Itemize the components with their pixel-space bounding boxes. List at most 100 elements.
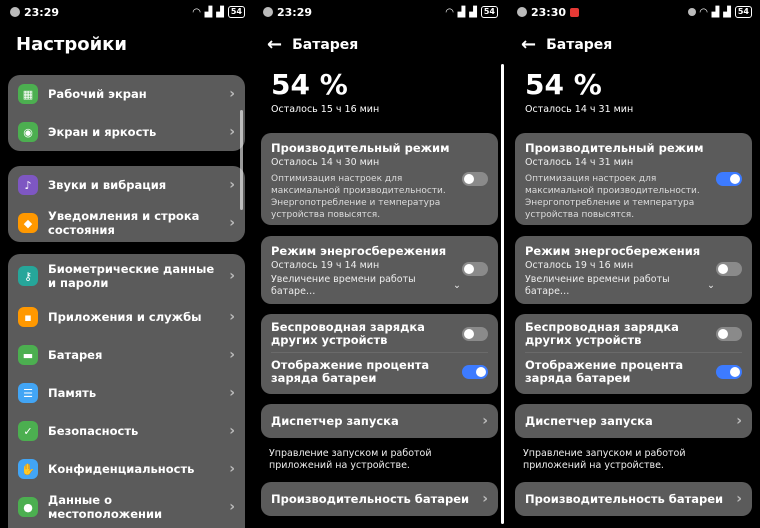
battery-panel-a: 23:29 ◠ ▟ ▟ 54 ← Батарея 54 % Осталось 1… (253, 0, 506, 528)
notification-icon: ◆ (18, 213, 38, 233)
settings-item-notifications[interactable]: ◆ Уведомления и строка состояния › (8, 204, 245, 242)
power-saving-toggle[interactable] (462, 262, 488, 276)
chevron-right-icon: › (229, 309, 235, 325)
settings-item-home-screen[interactable]: ▦ Рабочий экран › (8, 75, 245, 113)
signal-icon: ▟ (204, 6, 213, 18)
settings-item-label: Рабочий экран (48, 87, 147, 101)
app-bar: ← Батарея (521, 34, 612, 55)
charging-options-card: Беспроводная зарядка других устройств От… (515, 314, 752, 394)
status-bar: 23:29 ◠ ▟ ▟ 54 (10, 4, 245, 20)
location-icon: ● (18, 497, 38, 517)
page-title: Батарея (292, 36, 359, 53)
power-saving-card[interactable]: Режим энергосбережения Осталось 19 ч 16 … (515, 236, 752, 304)
settings-item-sound[interactable]: ♪ Звуки и вибрация › (8, 166, 245, 204)
storage-icon: ☰ (18, 383, 38, 403)
settings-item-biometrics[interactable]: ⚷ Биометрические данные и пароли › (8, 254, 245, 298)
settings-item-location[interactable]: ● Данные о местоположении › (8, 488, 245, 526)
launch-manager-label: Диспетчер запуска (271, 414, 399, 428)
status-time: 23:30 (531, 5, 567, 19)
battery-percent: 54 % (271, 68, 348, 101)
settings-panel: 23:29 ◠ ▟ ▟ 54 Настройки ▦ Рабочий экран… (0, 0, 253, 528)
chevron-right-icon: › (229, 461, 235, 477)
chevron-right-icon: › (229, 124, 235, 140)
shield-icon: ✓ (18, 421, 38, 441)
battery-percent-toggle[interactable] (462, 365, 488, 379)
settings-item-storage[interactable]: ☰ Память › (8, 374, 245, 412)
wireless-charging-label: Беспроводная зарядка других устройств (271, 320, 425, 347)
launch-manager-card[interactable]: Диспетчер запуска › (261, 404, 498, 438)
battery-percent-row[interactable]: Отображение процента заряда батареи (515, 353, 752, 393)
chevron-right-icon: › (229, 499, 235, 515)
launch-manager-note: Управление запуском и работой приложений… (523, 448, 686, 471)
settings-group-display: ▦ Рабочий экран › ◉ Экран и яркость › (8, 75, 245, 151)
power-saving-description[interactable]: Увеличение времени работы батаре… ⌄ (271, 274, 461, 298)
chevron-right-icon: › (736, 491, 742, 507)
app-notification-icon (10, 7, 20, 17)
settings-item-label: Биометрические данные и пароли (48, 262, 215, 290)
battery-percent-toggle[interactable] (716, 365, 742, 379)
chevron-right-icon: › (229, 423, 235, 439)
app-bar: ← Батарея (267, 34, 358, 55)
battery-remaining: Осталось 14 ч 31 мин (525, 104, 634, 115)
charging-options-card: Беспроводная зарядка других устройств От… (261, 314, 498, 394)
wireless-charging-toggle[interactable] (716, 327, 742, 341)
performance-mode-title: Производительный режим (525, 141, 704, 155)
scrollbar[interactable] (240, 110, 243, 210)
battery-remaining: Осталось 15 ч 16 мин (271, 104, 380, 115)
chevron-right-icon: › (229, 86, 235, 102)
battery-panel-b: 23:30 ◠ ▟ ▟ 54 ← Батарея 54 % Осталось 1… (507, 0, 760, 528)
performance-mode-toggle[interactable] (716, 172, 742, 186)
settings-item-battery[interactable]: ▬ Батарея › (8, 336, 245, 374)
back-arrow-icon[interactable]: ← (267, 34, 282, 55)
signal-icon-2: ▟ (723, 6, 731, 18)
power-saving-title: Режим энергосбережения (271, 244, 447, 258)
battery-performance-label: Производительность батареи (525, 492, 724, 506)
signal-icon: ▟ (711, 6, 720, 18)
signal-icon: ▟ (457, 6, 466, 18)
battery-performance-card[interactable]: Производительность батареи › (515, 482, 752, 516)
performance-mode-card[interactable]: Производительный режим Осталось 14 ч 30 … (261, 133, 498, 225)
performance-mode-remaining: Осталось 14 ч 30 мин (271, 157, 380, 168)
battery-percent-label: Отображение процента заряда батареи (525, 358, 684, 385)
sound-icon: ♪ (18, 175, 38, 195)
battery-performance-card[interactable]: Производительность батареи › (261, 482, 498, 516)
chevron-right-icon: › (229, 177, 235, 193)
power-saving-toggle[interactable] (716, 262, 742, 276)
wifi-icon: ◠ (445, 6, 454, 18)
privacy-icon: ✋ (18, 459, 38, 479)
settings-item-security[interactable]: ✓ Безопасность › (8, 412, 245, 450)
settings-group-sound: ♪ Звуки и вибрация › ◆ Уведомления и стр… (8, 166, 245, 242)
launch-manager-note: Управление запуском и работой приложений… (269, 448, 432, 471)
battery-icon: ▬ (18, 345, 38, 365)
power-saving-description-text: Увеличение времени работы батаре… (271, 274, 416, 297)
signal-icon-2: ▟ (216, 6, 224, 18)
power-saving-card[interactable]: Режим энергосбережения Осталось 19 ч 14 … (261, 236, 498, 304)
status-time: 23:29 (24, 5, 60, 19)
battery-status-icon: 54 (734, 6, 752, 18)
battery-percent-row[interactable]: Отображение процента заряда батареи (261, 353, 498, 393)
performance-mode-toggle[interactable] (462, 172, 488, 186)
power-saving-remaining: Осталось 19 ч 16 мин (525, 260, 634, 271)
settings-item-apps[interactable]: ▪ Приложения и службы › (8, 298, 245, 336)
settings-item-privacy[interactable]: ✋ Конфиденциальность › (8, 450, 245, 488)
power-saving-description[interactable]: Увеличение времени работы батаре… ⌄ (525, 274, 715, 298)
app-notification-icon (263, 7, 273, 17)
display-icon: ◉ (18, 122, 38, 142)
status-bar: 23:30 ◠ ▟ ▟ 54 (517, 4, 752, 20)
battery-percent-label: Отображение процента заряда батареи (271, 358, 430, 385)
wireless-charging-label: Беспроводная зарядка других устройств (525, 320, 679, 347)
app-notification-icon (517, 7, 527, 17)
scrollbar[interactable] (501, 64, 504, 524)
back-arrow-icon[interactable]: ← (521, 34, 536, 55)
performance-mode-remaining: Осталось 14 ч 31 мин (525, 157, 634, 168)
performance-mode-card[interactable]: Производительный режим Осталось 14 ч 31 … (515, 133, 752, 225)
wireless-charging-row[interactable]: Беспроводная зарядка других устройств (515, 314, 752, 352)
launch-manager-card[interactable]: Диспетчер запуска › (515, 404, 752, 438)
wireless-charging-toggle[interactable] (462, 327, 488, 341)
launch-manager-label: Диспетчер запуска (525, 414, 653, 428)
chevron-right-icon: › (482, 413, 488, 429)
wireless-charging-row[interactable]: Беспроводная зарядка других устройств (261, 314, 498, 352)
chevron-right-icon: › (736, 413, 742, 429)
wifi-icon: ◠ (699, 6, 708, 18)
settings-item-display[interactable]: ◉ Экран и яркость › (8, 113, 245, 151)
